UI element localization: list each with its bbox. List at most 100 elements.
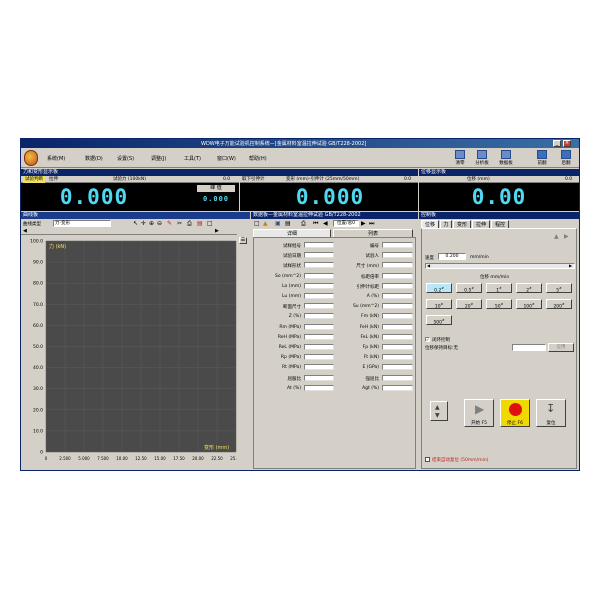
- field-input[interactable]: [382, 272, 413, 279]
- data-board-button[interactable]: 数据板: [497, 150, 515, 167]
- field-input[interactable]: [382, 293, 413, 299]
- tab-program[interactable]: 程控: [491, 220, 509, 228]
- field-input[interactable]: [304, 344, 334, 350]
- field-input[interactable]: [304, 272, 334, 279]
- print-icon[interactable]: ⎙: [187, 220, 192, 227]
- field-input[interactable]: [304, 293, 334, 299]
- analysis-board-button[interactable]: 分析板: [473, 150, 491, 167]
- hold-target-input[interactable]: [512, 344, 546, 351]
- speed-button[interactable]: 0.2#: [426, 283, 452, 294]
- tab-tensile[interactable]: 拉伸: [49, 176, 58, 183]
- field-input[interactable]: [382, 344, 413, 350]
- field-input[interactable]: [304, 384, 334, 391]
- export-icon[interactable]: □: [207, 220, 213, 227]
- previous-button[interactable]: 前翻: [533, 150, 551, 167]
- speed-input[interactable]: 0.200: [438, 253, 466, 260]
- field-input[interactable]: [382, 354, 413, 361]
- field-input[interactable]: [382, 374, 413, 381]
- first-record-icon[interactable]: ⏮: [313, 220, 318, 228]
- tab-list[interactable]: 列表: [333, 229, 413, 237]
- menu-settings[interactable]: 设置(S): [117, 155, 134, 162]
- start-button[interactable]: ▶ 开始 F5: [464, 399, 494, 427]
- field-input[interactable]: [382, 333, 413, 340]
- field-input[interactable]: [382, 282, 413, 289]
- scroll-left-icon[interactable]: ◀: [23, 228, 27, 234]
- speed-button[interactable]: 500#: [426, 315, 452, 326]
- print-data-icon[interactable]: ⎙: [301, 220, 306, 228]
- slider-right-icon[interactable]: ▶: [569, 263, 572, 268]
- speed-button[interactable]: 200#: [546, 299, 572, 310]
- menu-adjust[interactable]: 调整(J): [151, 155, 166, 162]
- save-icon[interactable]: ▣: [275, 220, 281, 227]
- speed-button[interactable]: 0.5#: [456, 283, 482, 294]
- pointer-icon[interactable]: ↖: [133, 220, 138, 227]
- curve-settings-icon[interactable]: ☰: [239, 237, 247, 244]
- zoom-in-icon[interactable]: ⊕: [149, 220, 154, 227]
- tab-force[interactable]: 力: [440, 220, 452, 228]
- curve-scrollbar[interactable]: ◀ ▶: [21, 228, 237, 235]
- field-input[interactable]: [304, 374, 334, 381]
- up-down-button[interactable]: ▲ ▼: [430, 401, 448, 421]
- field-input[interactable]: [382, 364, 413, 371]
- new-file-icon[interactable]: □: [254, 220, 260, 227]
- field-input[interactable]: [304, 354, 334, 361]
- speed-button[interactable]: 10#: [426, 299, 452, 310]
- closed-loop-checkbox[interactable]: ✓: [425, 337, 430, 342]
- speed-button[interactable]: 1#: [486, 283, 512, 294]
- scroll-right-icon[interactable]: ▶: [215, 228, 219, 234]
- stop-button[interactable]: 停止 F6: [500, 399, 530, 427]
- next-button[interactable]: 后翻: [557, 150, 575, 167]
- field-input[interactable]: [382, 252, 413, 259]
- field-input[interactable]: [304, 323, 334, 330]
- open-folder-icon[interactable]: ▲: [263, 220, 268, 227]
- reset-button[interactable]: ↧ 复位: [536, 399, 566, 427]
- zero-button[interactable]: 清零: [451, 150, 469, 167]
- curve-plot[interactable]: 100.0 90.0 80.0 70.0 60.0 50.0 40.0 30.0 20.0 10.…: [21, 236, 237, 471]
- tab-deformation[interactable]: 变形: [453, 220, 471, 228]
- last-record-icon[interactable]: ⏭: [369, 220, 374, 228]
- menu-tools[interactable]: 工具(T): [184, 155, 201, 162]
- close-button[interactable]: ×: [563, 140, 571, 147]
- pen-icon[interactable]: ✎: [167, 220, 172, 227]
- crosshair-icon[interactable]: ✛: [141, 220, 146, 227]
- tab-tension[interactable]: 拉伸: [472, 220, 490, 228]
- apply-button[interactable]: 应用: [548, 343, 574, 352]
- menu-help[interactable]: 帮助(H): [249, 155, 267, 162]
- speed-button[interactable]: 2#: [516, 283, 542, 294]
- field-input[interactable]: [304, 333, 334, 340]
- tab-detail[interactable]: 详细: [253, 229, 331, 237]
- field-input[interactable]: [304, 364, 334, 371]
- field-input[interactable]: [382, 323, 413, 330]
- speed-button[interactable]: 50#: [486, 299, 512, 310]
- remove-extensometer-label[interactable]: 取下引伸计: [242, 176, 265, 183]
- minimize-button[interactable]: _: [553, 140, 561, 147]
- speed-button[interactable]: 5#: [546, 283, 572, 294]
- speed-button[interactable]: 100#: [516, 299, 542, 310]
- field-input[interactable]: [382, 303, 413, 310]
- chart-icon[interactable]: ▤: [197, 220, 203, 227]
- field-input[interactable]: [304, 242, 334, 248]
- next-record-icon[interactable]: ▶: [361, 220, 366, 227]
- field-input[interactable]: [382, 384, 413, 391]
- speed-button[interactable]: 20#: [456, 299, 482, 310]
- lift-icon[interactable]: ▲: [554, 233, 559, 240]
- field-input[interactable]: [382, 262, 413, 269]
- field-input[interactable]: [304, 252, 334, 259]
- tab-displacement[interactable]: 位移: [421, 220, 439, 228]
- zoom-out-icon[interactable]: ⊖: [157, 220, 162, 227]
- field-input[interactable]: [382, 242, 413, 248]
- cut-icon[interactable]: ✂: [177, 220, 182, 227]
- field-input[interactable]: [304, 313, 334, 320]
- prev-record-icon[interactable]: ◀: [323, 220, 328, 227]
- auto-reset-checkbox[interactable]: [425, 457, 430, 462]
- field-input[interactable]: [382, 313, 413, 320]
- speed-slider[interactable]: ◀ ▶: [425, 263, 575, 269]
- edit-icon[interactable]: ▤: [285, 220, 291, 227]
- field-input[interactable]: [304, 303, 334, 310]
- play-small-icon[interactable]: ▶: [564, 233, 569, 240]
- menu-system[interactable]: 系统(M): [47, 155, 65, 162]
- slider-left-icon[interactable]: ◀: [427, 263, 430, 268]
- field-input[interactable]: [304, 262, 334, 269]
- curve-type-select[interactable]: 力-变形: [53, 220, 111, 227]
- tab-test-judgement[interactable]: 试验判断: [23, 176, 45, 183]
